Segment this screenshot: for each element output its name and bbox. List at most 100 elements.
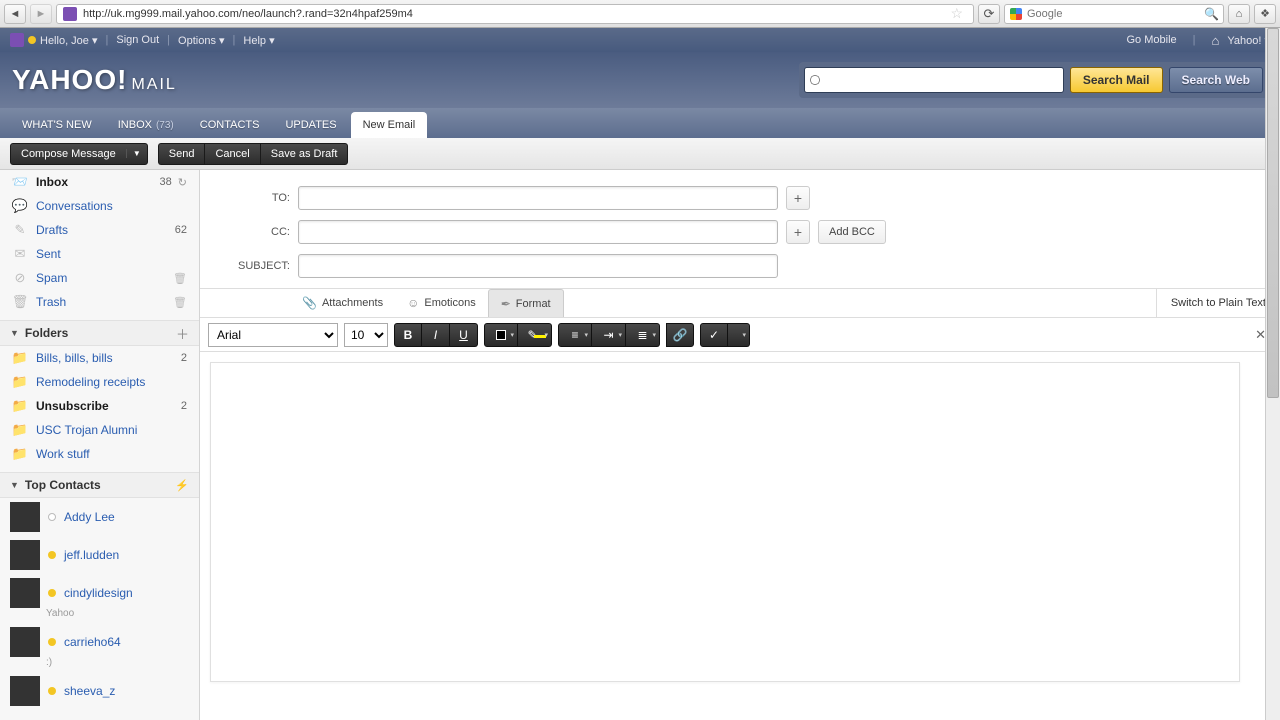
- folder-inbox[interactable]: 📨 Inbox 38 ↻: [0, 170, 199, 194]
- paperclip-icon: 📎: [302, 296, 317, 310]
- help-link[interactable]: Help ▾: [243, 34, 274, 47]
- back-button[interactable]: ◄: [4, 4, 26, 24]
- browser-search-input[interactable]: [1027, 8, 1200, 20]
- spellcheck-lang-button[interactable]: [728, 323, 750, 347]
- go-mobile-link[interactable]: Go Mobile: [1127, 34, 1177, 46]
- tab-inbox[interactable]: INBOX(73): [106, 112, 186, 138]
- scrollbar-thumb[interactable]: [1267, 28, 1279, 398]
- to-label: TO:: [220, 192, 290, 204]
- add-to-button[interactable]: +: [786, 186, 810, 210]
- options-link[interactable]: Options ▾: [178, 34, 225, 47]
- compose-content: TO: + CC: + Add BCC SUBJECT: 📎Attachment…: [200, 170, 1280, 720]
- compose-toolbar: Compose Message▼ Send Cancel Save as Dra…: [0, 138, 1280, 170]
- send-button[interactable]: Send: [158, 143, 205, 165]
- contact-item[interactable]: sheeva_z: [0, 672, 199, 710]
- attachments-button[interactable]: 📎Attachments: [290, 289, 395, 317]
- spam-icon: ⊘: [12, 271, 28, 285]
- spellcheck-button[interactable]: ✓: [700, 323, 728, 347]
- folder-icon: 📁: [12, 447, 28, 461]
- forward-button[interactable]: ►: [30, 4, 52, 24]
- folder-drafts[interactable]: ✎ Drafts 62: [0, 218, 199, 242]
- logo-row: YAHOO!MAIL Search Mail Search Web: [0, 52, 1280, 108]
- bold-button[interactable]: B: [394, 323, 422, 347]
- folder-sent[interactable]: ✉ Sent: [0, 242, 199, 266]
- folder-icon: 📁: [12, 399, 28, 413]
- contact-item[interactable]: cindylidesign: [0, 574, 199, 612]
- greeting-link[interactable]: Hello, Joe ▾: [40, 34, 98, 47]
- empty-trash-icon[interactable]: 🗑: [173, 296, 187, 309]
- google-icon: [1009, 7, 1023, 21]
- folder-spam[interactable]: ⊘ Spam 🗑: [0, 266, 199, 290]
- smiley-icon: ☺: [407, 296, 419, 310]
- folder-conversations[interactable]: 💬 Conversations: [0, 194, 199, 218]
- mail-search-input[interactable]: [804, 67, 1064, 93]
- custom-folder[interactable]: 📁Remodeling receipts: [0, 370, 199, 394]
- url-bar[interactable]: http://uk.mg999.mail.yahoo.com/neo/launc…: [56, 4, 974, 24]
- site-favicon: [63, 7, 77, 21]
- list-button[interactable]: ≣: [626, 323, 660, 347]
- inbox-icon: 📨: [12, 175, 28, 189]
- browser-chrome: ◄ ► http://uk.mg999.mail.yahoo.com/neo/l…: [0, 0, 1280, 28]
- format-button[interactable]: ✒Format: [488, 289, 564, 317]
- compose-message-button[interactable]: Compose Message▼: [10, 143, 148, 165]
- main-tabs: WHAT'S NEW INBOX(73) CONTACTS UPDATES Ne…: [0, 108, 1280, 138]
- browser-search[interactable]: 🔍: [1004, 4, 1224, 24]
- contact-subtext: Yahoo: [46, 608, 199, 619]
- reload-button[interactable]: [978, 4, 1000, 24]
- folders-section-head[interactable]: ▼ Folders ＋: [0, 320, 199, 346]
- text-color-button[interactable]: [484, 323, 518, 347]
- save-draft-button[interactable]: Save as Draft: [260, 143, 349, 165]
- tab-updates[interactable]: UPDATES: [273, 112, 348, 138]
- add-bcc-button[interactable]: Add BCC: [818, 220, 886, 244]
- vertical-scrollbar[interactable]: [1265, 28, 1280, 720]
- custom-folder[interactable]: 📁Bills, bills, bills2: [0, 346, 199, 370]
- refresh-icon[interactable]: ↻: [178, 176, 187, 189]
- cancel-button[interactable]: Cancel: [204, 143, 259, 165]
- chevron-down-icon[interactable]: ▼: [126, 149, 147, 158]
- switch-plain-text[interactable]: Switch to Plain Text: [1156, 289, 1280, 317]
- font-size-select[interactable]: 10: [344, 323, 388, 347]
- search-web-button[interactable]: Search Web: [1169, 67, 1263, 93]
- contact-item[interactable]: carrieho64: [0, 623, 199, 661]
- contact-item[interactable]: jeff.ludden: [0, 536, 199, 574]
- empty-spam-icon[interactable]: 🗑: [173, 272, 187, 285]
- font-family-select[interactable]: Arial: [208, 323, 338, 347]
- format-bar: Arial 10 B I U ✎ ≡ ⇥ ≣ 🔗 ✓: [200, 318, 1280, 352]
- status-icon: [48, 589, 56, 597]
- add-cc-button[interactable]: +: [786, 220, 810, 244]
- custom-folder[interactable]: 📁Unsubscribe2: [0, 394, 199, 418]
- trash-icon: 🗑: [12, 295, 28, 309]
- add-folder-icon[interactable]: ＋: [176, 324, 189, 343]
- indent-button[interactable]: ⇥: [592, 323, 626, 347]
- yahoo-mail-logo[interactable]: YAHOO!MAIL: [12, 64, 177, 96]
- custom-folder[interactable]: 📁USC Trojan Alumni: [0, 418, 199, 442]
- folder-trash[interactable]: 🗑 Trash 🗑: [0, 290, 199, 314]
- extensions-button[interactable]: ❖: [1254, 4, 1276, 24]
- subject-label: SUBJECT:: [220, 260, 290, 272]
- message-body-editor[interactable]: [210, 362, 1240, 682]
- status-icon: [48, 687, 56, 695]
- bookmark-star-icon[interactable]: ☆: [950, 5, 963, 22]
- italic-button[interactable]: I: [422, 323, 450, 347]
- highlight-color-button[interactable]: ✎: [518, 323, 552, 347]
- magnifier-icon[interactable]: 🔍: [1204, 7, 1219, 21]
- tab-whats-new[interactable]: WHAT'S NEW: [10, 112, 104, 138]
- emoticons-button[interactable]: ☺Emoticons: [395, 289, 488, 317]
- contacts-section-head[interactable]: ▼ Top Contacts ⚡: [0, 472, 199, 498]
- underline-button[interactable]: U: [450, 323, 478, 347]
- yahoo-home-link[interactable]: Yahoo! ▾: [1227, 34, 1270, 47]
- link-button[interactable]: 🔗: [666, 323, 694, 347]
- home-button[interactable]: ⌂: [1228, 4, 1250, 24]
- custom-folder[interactable]: 📁Work stuff: [0, 442, 199, 466]
- bolt-icon[interactable]: ⚡: [175, 479, 189, 492]
- subject-input[interactable]: [298, 254, 778, 278]
- to-input[interactable]: [298, 186, 778, 210]
- align-button[interactable]: ≡: [558, 323, 592, 347]
- tab-contacts[interactable]: CONTACTS: [188, 112, 272, 138]
- search-mail-button[interactable]: Search Mail: [1070, 67, 1163, 93]
- sign-out-link[interactable]: Sign Out: [116, 34, 159, 46]
- chevron-down-icon: ▼: [10, 480, 19, 490]
- tab-new-email[interactable]: New Email: [351, 112, 428, 138]
- contact-item[interactable]: Addy Lee: [0, 498, 199, 536]
- cc-input[interactable]: [298, 220, 778, 244]
